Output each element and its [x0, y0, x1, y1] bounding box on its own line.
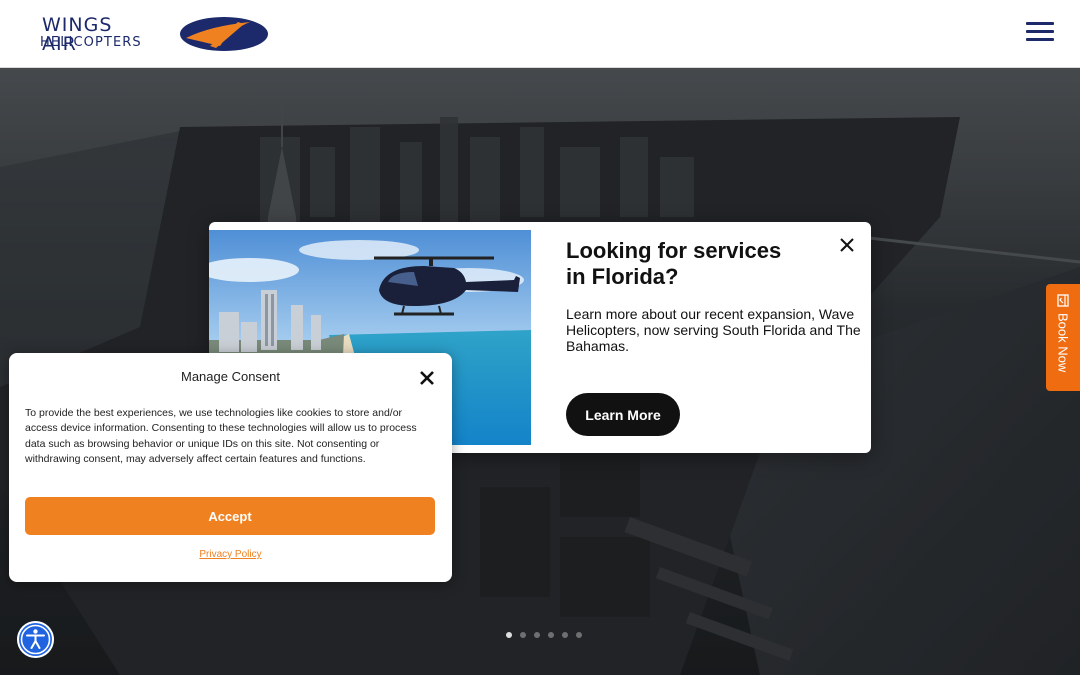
consent-close-icon[interactable] — [420, 371, 434, 385]
privacy-policy-link[interactable]: Privacy Policy — [9, 549, 452, 560]
promo-description: Learn more about our recent expansion, W… — [566, 306, 861, 354]
book-now-tab[interactable]: Book Now — [1046, 284, 1080, 391]
promo-title: Looking for services in Florida? — [566, 238, 816, 290]
slider-dots — [506, 632, 582, 638]
slider-dot[interactable] — [548, 632, 554, 638]
slider-dot[interactable] — [520, 632, 526, 638]
site-header: WINGS AIR HELICOPTERS — [0, 0, 1080, 68]
accessibility-button[interactable] — [17, 621, 54, 658]
cookie-consent-dialog: Manage Consent To provide the best exper… — [9, 353, 452, 582]
learn-more-button[interactable]: Learn More — [566, 393, 680, 436]
page: WINGS AIR HELICOPTERS Looking for servic… — [0, 0, 1080, 675]
book-now-label: Book Now — [1055, 313, 1071, 373]
slider-dot[interactable] — [562, 632, 568, 638]
close-icon[interactable] — [839, 237, 855, 253]
accept-button[interactable]: Accept — [25, 497, 435, 535]
promo-title-line2: in Florida? — [566, 264, 679, 289]
accessibility-icon — [20, 624, 51, 655]
book-now-content: Book Now — [1054, 294, 1072, 384]
promo-title-line1: Looking for services — [566, 238, 782, 263]
site-logo[interactable]: WINGS AIR HELICOPTERS — [40, 14, 268, 54]
consent-title: Manage Consent — [180, 369, 280, 384]
slider-dot[interactable] — [506, 632, 512, 638]
logo-line2: HELICOPTERS — [40, 35, 142, 50]
consent-description: To provide the best experiences, we use … — [25, 407, 417, 465]
slider-dot[interactable] — [534, 632, 540, 638]
calendar-check-icon — [1056, 294, 1069, 307]
hamburger-icon[interactable] — [1026, 22, 1054, 44]
slider-dot[interactable] — [576, 632, 582, 638]
logo-mark-icon — [180, 17, 268, 51]
